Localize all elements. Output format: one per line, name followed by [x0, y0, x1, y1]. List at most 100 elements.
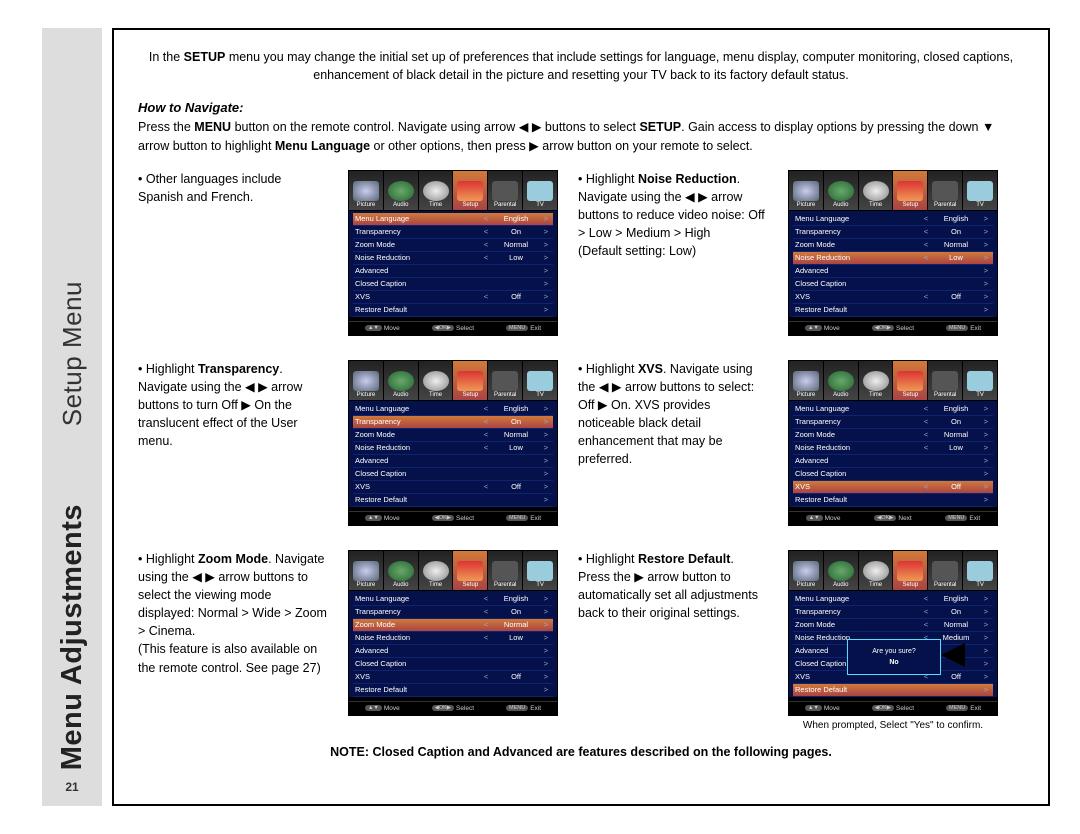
tv-menu-row: Restore Default>	[793, 684, 993, 697]
tv-footer-bar: ▲▼Move◀OK▶SelectMENUExit	[789, 321, 997, 335]
tv-tab-tv: TV	[963, 551, 997, 590]
tv-menu-row: Restore Default>	[793, 494, 993, 507]
tv-tab-picture: Picture	[789, 361, 824, 400]
tv-tab-label: Time	[429, 202, 442, 208]
parental-icon	[932, 181, 958, 201]
sidebar: Menu Adjustments Setup Menu 21	[42, 28, 102, 806]
tv-menu-row: Advanced>	[793, 455, 993, 468]
tv-menu-row: Menu Language<English>	[793, 593, 993, 606]
tv-tab-parental: Parental	[928, 171, 963, 210]
tv-tab-label: Time	[869, 582, 882, 588]
tv-menu-row: Transparency<On>	[353, 416, 553, 429]
tv-menu-row: Menu Language<English>	[353, 403, 553, 416]
parental-icon	[492, 371, 518, 391]
picture-icon	[353, 371, 379, 391]
tv-screenshot: PictureAudioTimeSetupParentalTVMenu Lang…	[348, 550, 558, 716]
tv-wrapper: PictureAudioTimeSetupParentalTVMenu Lang…	[788, 360, 998, 526]
tv-tab-label: Audio	[833, 582, 848, 588]
tv-menu-row: Transparency<On>	[793, 606, 993, 619]
tv-menu-row: Advanced>	[353, 645, 553, 658]
time-icon	[863, 561, 889, 581]
tv-screenshot: PictureAudioTimeSetupParentalTVMenu Lang…	[788, 170, 998, 336]
tv-menu-row: Closed Caption>	[353, 658, 553, 671]
tv-tab-audio: Audio	[384, 361, 419, 400]
tv-tab-label: Setup	[463, 392, 479, 398]
tv-screenshot: PictureAudioTimeSetupParentalTVMenu Lang…	[348, 360, 558, 526]
manual-page: Menu Adjustments Setup Menu 21 In the SE…	[42, 28, 1050, 806]
tv-footer-bar: ▲▼Move◀OK▶SelectMENUExit	[349, 511, 557, 525]
tvtab-icon	[527, 371, 553, 391]
tv-tab-label: Setup	[463, 582, 479, 588]
parental-icon	[932, 561, 958, 581]
tv-caption: When prompted, Select "Yes" to confirm.	[788, 720, 998, 731]
item-description: • Other languages include Spanish and Fr…	[138, 170, 328, 336]
tv-tab-label: TV	[536, 392, 544, 398]
tv-menu-row: Restore Default>	[793, 304, 993, 317]
tv-tab-audio: Audio	[824, 171, 859, 210]
tv-menu-row: Noise Reduction<Low>	[353, 252, 553, 265]
tv-menu-row: Restore Default>	[353, 494, 553, 507]
tv-screenshot: PictureAudioTimeSetupParentalTVMenu Lang…	[348, 170, 558, 336]
tv-wrapper: PictureAudioTimeSetupParentalTVMenu Lang…	[788, 170, 998, 336]
parental-icon	[932, 371, 958, 391]
tv-menu-row: Menu Language<English>	[353, 213, 553, 226]
audio-icon	[388, 371, 414, 391]
audio-icon	[828, 371, 854, 391]
tv-menu-row: Noise Reduction<Low>	[793, 442, 993, 455]
tv-tab-tv: TV	[963, 171, 997, 210]
tv-footer-bar: ▲▼Move◀OK▶NextMENUExit	[789, 511, 997, 525]
tv-menu-row: Noise Reduction<Low>	[793, 252, 993, 265]
howto-title: How to Navigate:	[138, 100, 1024, 115]
picture-icon	[793, 561, 819, 581]
tv-tab-label: Time	[869, 202, 882, 208]
setup-icon	[457, 181, 483, 201]
item-description: • Highlight Restore Default. Press the ▶…	[578, 550, 768, 731]
parental-icon	[492, 561, 518, 581]
picture-icon	[353, 181, 379, 201]
item-description: • Highlight Transparency. Navigate using…	[138, 360, 328, 526]
audio-icon	[388, 561, 414, 581]
tv-menu-row: Closed Caption>	[353, 468, 553, 481]
tvtab-icon	[527, 561, 553, 581]
tv-tab-setup: Setup	[893, 171, 928, 210]
tv-menu-row: Zoom Mode<Normal>	[353, 619, 553, 632]
tv-tab-label: Parental	[494, 582, 516, 588]
tv-tab-label: Picture	[357, 202, 376, 208]
tv-tab-label: Setup	[463, 202, 479, 208]
time-icon	[423, 181, 449, 201]
tv-tab-label: Parental	[494, 202, 516, 208]
tv-menu-row: XVS<Off>	[793, 481, 993, 494]
tv-tab-time: Time	[419, 551, 454, 590]
tv-tab-label: Parental	[494, 392, 516, 398]
setup-icon	[897, 561, 923, 581]
sidebar-title-adjustments: Menu Adjustments	[56, 504, 89, 770]
tv-wrapper: PictureAudioTimeSetupParentalTVMenu Lang…	[348, 550, 558, 731]
tv-tab-parental: Parental	[928, 551, 963, 590]
tv-menu-row: Transparency<On>	[793, 226, 993, 239]
tv-tab-label: Time	[429, 582, 442, 588]
setup-icon	[897, 371, 923, 391]
setup-icon	[457, 561, 483, 581]
parental-icon	[492, 181, 518, 201]
tv-menu-row: XVS<Off>	[353, 671, 553, 684]
tv-menu-row: Closed Caption>	[353, 278, 553, 291]
tv-menu-row: Restore Default>	[353, 684, 553, 697]
tv-tab-label: TV	[536, 202, 544, 208]
tv-tab-audio: Audio	[824, 361, 859, 400]
tv-tab-audio: Audio	[824, 551, 859, 590]
tvtab-icon	[967, 371, 993, 391]
tv-menu-row: Advanced>	[793, 265, 993, 278]
item-description: • Highlight Noise Reduction. Navigate us…	[578, 170, 768, 336]
tv-tab-setup: Setup	[893, 551, 928, 590]
tv-tab-label: Time	[429, 392, 442, 398]
tv-tab-label: Audio	[833, 392, 848, 398]
intro-paragraph: In the SETUP menu you may change the ini…	[138, 48, 1024, 84]
tv-tab-label: Setup	[903, 582, 919, 588]
picture-icon	[353, 561, 379, 581]
tv-footer-bar: ▲▼Move◀OK▶SelectMENUExit	[349, 701, 557, 715]
tv-tab-audio: Audio	[384, 551, 419, 590]
tv-menu-row: Zoom Mode<Normal>	[353, 429, 553, 442]
tv-tab-parental: Parental	[928, 361, 963, 400]
tv-tab-tv: TV	[523, 551, 557, 590]
tv-tab-parental: Parental	[488, 551, 523, 590]
